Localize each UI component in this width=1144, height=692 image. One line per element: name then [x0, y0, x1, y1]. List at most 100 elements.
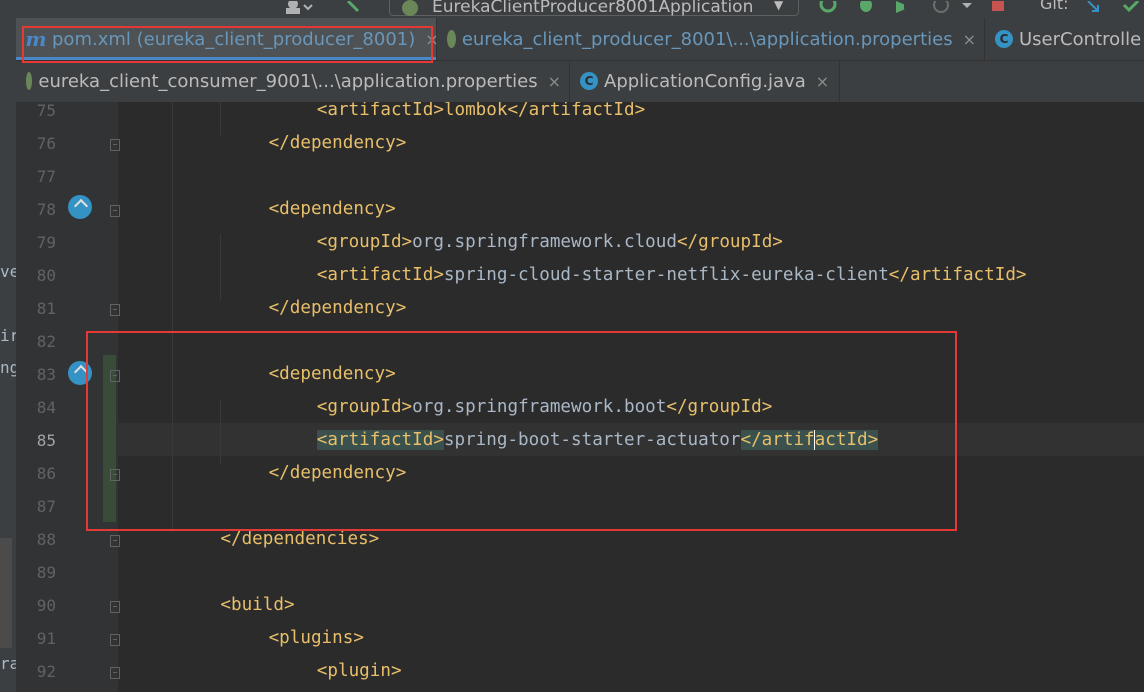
xml-tag: <dependency> [268, 199, 396, 219]
xml-open-tag: <artifactId> [316, 430, 444, 450]
code-line: <groupId>org.springframework.boot</group… [317, 391, 773, 424]
fold-toggle-icon[interactable] [110, 535, 120, 547]
code-line: <dependency> [269, 358, 396, 391]
fold-toggle-icon[interactable] [110, 667, 120, 679]
line-number: 79 [36, 233, 56, 252]
xml-tag: <plugin> [316, 661, 402, 681]
code-line: </dependency> [269, 457, 407, 490]
tab-consumer-application-properties[interactable]: eureka_client_consumer_9001\...\applicat… [16, 60, 570, 102]
run-configuration-dropdown[interactable]: EurekaClientProducer8001Application ▼ [389, 0, 799, 17]
line-number: 84 [36, 398, 56, 417]
project-panel-edge: ve ir ng ra [0, 18, 19, 692]
git-label: Git: [1040, 0, 1069, 13]
tab-label: ApplicationConfig.java [604, 70, 806, 92]
spring-boot-icon [402, 0, 418, 16]
xml-open-tag: <groupId> [316, 232, 413, 252]
fold-toggle-icon[interactable] [110, 304, 120, 316]
main-toolbar: EurekaClientProducer8001Application ▼ Gi… [0, 0, 1144, 18]
xml-open-tag: <artifactId> [316, 265, 444, 285]
spring-icon [447, 30, 456, 48]
xml-tag: <dependency> [268, 364, 396, 384]
xml-tag: </dependency> [268, 298, 407, 318]
fold-toggle-icon[interactable] [110, 370, 120, 382]
code-line: <plugin> [317, 655, 402, 688]
indent-guide [220, 399, 221, 465]
line-number: 83 [36, 365, 56, 384]
tab-label: UserControlle [1019, 28, 1142, 50]
xml-value: spring-cloud-starter-netflix-eureka-clie… [443, 265, 889, 285]
line-number: 76 [36, 134, 56, 153]
line-number: 90 [36, 596, 56, 615]
code-line: <artifactId>spring-boot-starter-actuator… [316, 424, 879, 457]
chevron-down-icon: ▼ [774, 0, 784, 12]
stop-icon[interactable] [990, 0, 1008, 12]
tab-label: eureka_client_producer_8001\...\applicat… [461, 28, 953, 50]
tab-user-controller[interactable]: C UserControlle [985, 18, 1144, 60]
code-line: </dependencies> [220, 523, 379, 556]
fold-toggle-icon[interactable] [110, 205, 120, 217]
xml-value: org.springframework.cloud [412, 232, 677, 252]
navigate-to-parent-icon[interactable] [68, 361, 92, 385]
xml-close-tag: </artifactId> [888, 265, 1027, 285]
xml-open-tag: <groupId> [316, 397, 413, 417]
tab-producer-application-properties[interactable]: eureka_client_producer_8001\...\applicat… [437, 18, 985, 60]
tab-row-2: eureka_client_consumer_9001\...\applicat… [16, 60, 1144, 103]
run-configuration-label: EurekaClientProducer8001Application [432, 0, 754, 17]
git-update-icon[interactable] [1084, 0, 1102, 12]
tab-label: eureka_client_consumer_9001\...\applicat… [38, 70, 538, 92]
tab-label: pom.xml (eureka_client_producer_8001) [52, 28, 416, 50]
panel-scrollbar[interactable] [0, 538, 12, 648]
code-line: <artifactId>spring-cloud-starter-netflix… [317, 259, 1027, 292]
fold-toggle-icon[interactable] [110, 469, 120, 481]
code-line: <dependency> [269, 193, 396, 226]
fold-toggle-icon[interactable] [110, 139, 120, 151]
xml-tag: </dependency> [268, 133, 407, 153]
line-number: 89 [36, 563, 56, 582]
line-number: 88 [36, 530, 56, 549]
spring-icon [26, 72, 33, 90]
xml-value: org.springframework.boot [412, 397, 667, 417]
code-line: <artifactId>lombok</artifactId> [317, 102, 645, 127]
xml-close-tag: </groupId> [666, 397, 773, 417]
fold-toggle-icon[interactable] [110, 601, 120, 613]
xml-tag: <build> [220, 595, 295, 615]
line-number: 78 [36, 200, 56, 219]
xml-value: spring-boot-starter-actuator [443, 430, 741, 450]
tab-pom-xml[interactable]: m pom.xml (eureka_client_producer_8001) … [16, 18, 439, 60]
close-icon[interactable]: × [548, 72, 561, 91]
code-line: <build> [220, 589, 294, 622]
tab-application-config[interactable]: C ApplicationConfig.java × [570, 60, 840, 102]
code-line: </dependency> [269, 127, 407, 160]
code-editor[interactable]: <artifactId>lombok</artifactId> </depende… [118, 102, 1144, 692]
close-icon[interactable]: × [963, 30, 976, 49]
navigate-to-parent-icon[interactable] [68, 195, 92, 219]
xml-close-tag: </artif [740, 430, 815, 450]
line-number: 85 [36, 431, 56, 450]
line-number: 81 [36, 299, 56, 318]
fold-toggle-icon[interactable] [110, 634, 120, 646]
run-icon[interactable] [818, 0, 837, 13]
build-hammer-icon[interactable] [344, 0, 362, 13]
xml-tag: </dependency> [268, 463, 407, 483]
java-class-icon: C [580, 72, 598, 90]
line-number: 86 [36, 464, 56, 483]
user-icon[interactable] [284, 0, 313, 14]
close-icon[interactable]: × [816, 72, 829, 91]
indent-guide [220, 234, 221, 300]
code-line: </dependency> [269, 292, 407, 325]
xml-tag: <artifactId>lombok</artifactId> [316, 102, 646, 120]
line-number: 77 [36, 167, 56, 186]
tab-row-1: m pom.xml (eureka_client_producer_8001) … [16, 18, 1144, 61]
profile-icon[interactable] [932, 0, 972, 13]
line-number: 75 [36, 101, 56, 120]
code-line: <groupId>org.springframework.cloud</grou… [317, 226, 783, 259]
debug-icon[interactable] [856, 0, 874, 12]
line-number: 87 [36, 497, 56, 516]
coverage-icon[interactable] [894, 0, 912, 13]
maven-icon: m [25, 27, 47, 51]
editor-tabs: m pom.xml (eureka_client_producer_8001) … [16, 18, 1144, 103]
java-class-icon: C [995, 30, 1013, 48]
indent-guide [220, 102, 221, 135]
git-commit-icon[interactable] [1122, 0, 1140, 13]
xml-close-tag: </groupId> [676, 232, 783, 252]
